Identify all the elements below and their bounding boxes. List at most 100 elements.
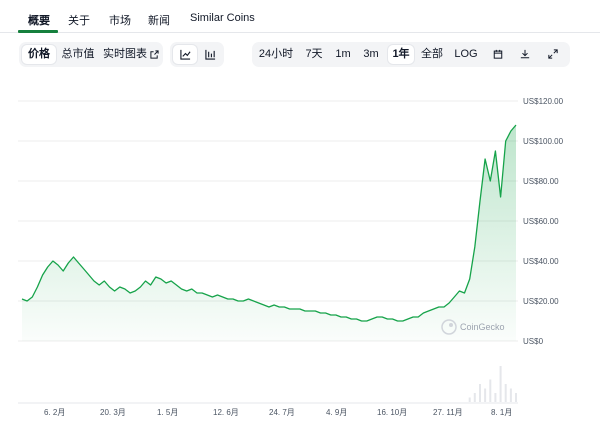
price-point	[417, 316, 420, 319]
price-point	[298, 308, 301, 311]
y-tick-label: US$80.00	[523, 177, 559, 186]
range-1m-label: 1m	[335, 48, 351, 60]
price-point	[262, 304, 265, 307]
price-point	[216, 294, 219, 297]
candlestick-chart-icon	[204, 49, 215, 60]
x-tick-label: 27. 11月	[433, 408, 463, 417]
line-chart-button[interactable]	[173, 45, 197, 64]
volume-bar	[479, 384, 481, 402]
price-point	[139, 286, 142, 289]
price-point	[381, 316, 384, 319]
active-tab-indicator	[18, 30, 58, 33]
price-point	[67, 262, 70, 265]
price-button[interactable]: 价格	[22, 45, 56, 64]
y-axis-labels: US$120.00 US$100.00 US$80.00 US$60.00 US$40.…	[523, 97, 564, 346]
tab-markets[interactable]: 市场	[109, 12, 131, 28]
y-tick-label: US$60.00	[523, 217, 559, 226]
price-point	[468, 278, 471, 281]
price-point	[494, 150, 497, 153]
price-point	[190, 288, 193, 291]
volume-bar	[509, 388, 512, 402]
price-point	[237, 300, 240, 303]
price-point	[87, 274, 90, 277]
price-point	[206, 294, 209, 297]
price-point	[484, 158, 487, 161]
price-point	[257, 302, 260, 305]
log-scale-button[interactable]: LOG	[452, 45, 480, 64]
price-area-fill	[22, 125, 516, 341]
price-point	[252, 300, 255, 303]
chart-type-selector	[170, 42, 224, 67]
price-point	[509, 130, 512, 133]
x-tick-label: 4. 9月	[326, 408, 347, 417]
price-point	[31, 296, 34, 299]
coingecko-logo-eye	[449, 323, 453, 327]
price-point	[406, 318, 409, 321]
price-point	[180, 288, 183, 291]
price-point	[412, 316, 415, 319]
price-point	[427, 310, 430, 313]
price-point	[21, 298, 24, 301]
price-point	[51, 260, 54, 263]
range-1y-button[interactable]: 1年	[388, 45, 414, 64]
price-point	[473, 246, 476, 249]
y-tick-label: US$100.00	[523, 137, 564, 146]
price-point	[26, 300, 29, 303]
price-point	[93, 280, 96, 283]
price-point	[98, 284, 101, 287]
watermark-text: CoinGecko	[460, 322, 505, 332]
price-point	[46, 266, 49, 269]
price-point	[211, 296, 214, 299]
price-point	[365, 320, 368, 323]
market-cap-button-label: 总市值	[61, 48, 95, 60]
range-7d-label: 7天	[305, 48, 323, 60]
tab-overview[interactable]: 概要	[28, 12, 50, 28]
price-point	[113, 290, 116, 293]
price-point	[118, 286, 121, 289]
volume-bar	[504, 384, 507, 402]
price-point	[443, 306, 446, 309]
price-point	[314, 310, 317, 313]
price-point	[175, 284, 178, 287]
price-point	[293, 308, 296, 311]
range-3m-label: 3m	[363, 48, 379, 60]
price-point	[453, 296, 456, 299]
range-1m-button[interactable]: 1m	[332, 45, 354, 64]
volume-bar	[499, 366, 502, 402]
range-all-button[interactable]: 全部	[419, 45, 445, 64]
price-point	[278, 306, 281, 309]
time-range-selector: 24小时 7天 1m 3m 1年 全部 LOG	[252, 42, 570, 67]
tab-similar-coins[interactable]: Similar Coins	[190, 12, 255, 24]
price-point	[463, 292, 466, 295]
download-icon	[520, 49, 530, 59]
expand-button[interactable]	[542, 45, 564, 64]
price-point	[170, 280, 173, 283]
x-tick-label: 1. 5月	[157, 408, 178, 417]
line-chart-icon	[179, 49, 191, 60]
range-7d-button[interactable]: 7天	[302, 45, 326, 64]
price-point	[288, 308, 291, 311]
tab-about[interactable]: 关于	[68, 12, 90, 28]
candlestick-chart-button[interactable]	[198, 45, 222, 64]
price-point	[57, 264, 60, 267]
price-point	[226, 298, 229, 301]
price-point	[159, 278, 162, 281]
expand-icon	[548, 49, 558, 59]
price-chart[interactable]: US$120.00 US$100.00 US$80.00 US$60.00 US$40.…	[0, 80, 600, 434]
range-24h-button[interactable]: 24小时	[257, 45, 295, 64]
volume-bar	[484, 388, 487, 402]
price-point	[391, 318, 394, 321]
tab-news[interactable]: 新闻	[148, 12, 170, 28]
price-button-label: 价格	[28, 48, 50, 60]
download-button[interactable]	[514, 45, 536, 64]
x-tick-label: 16. 10月	[377, 408, 407, 417]
price-point	[319, 312, 322, 315]
market-cap-button[interactable]: 总市值	[57, 45, 99, 64]
range-3m-button[interactable]: 3m	[360, 45, 382, 64]
price-point	[185, 290, 188, 293]
range-all-label: 全部	[421, 48, 443, 60]
calendar-button[interactable]	[487, 45, 509, 64]
live-chart-button[interactable]: 实时图表	[101, 45, 161, 64]
price-point	[129, 292, 132, 295]
volume-bar	[473, 393, 476, 402]
